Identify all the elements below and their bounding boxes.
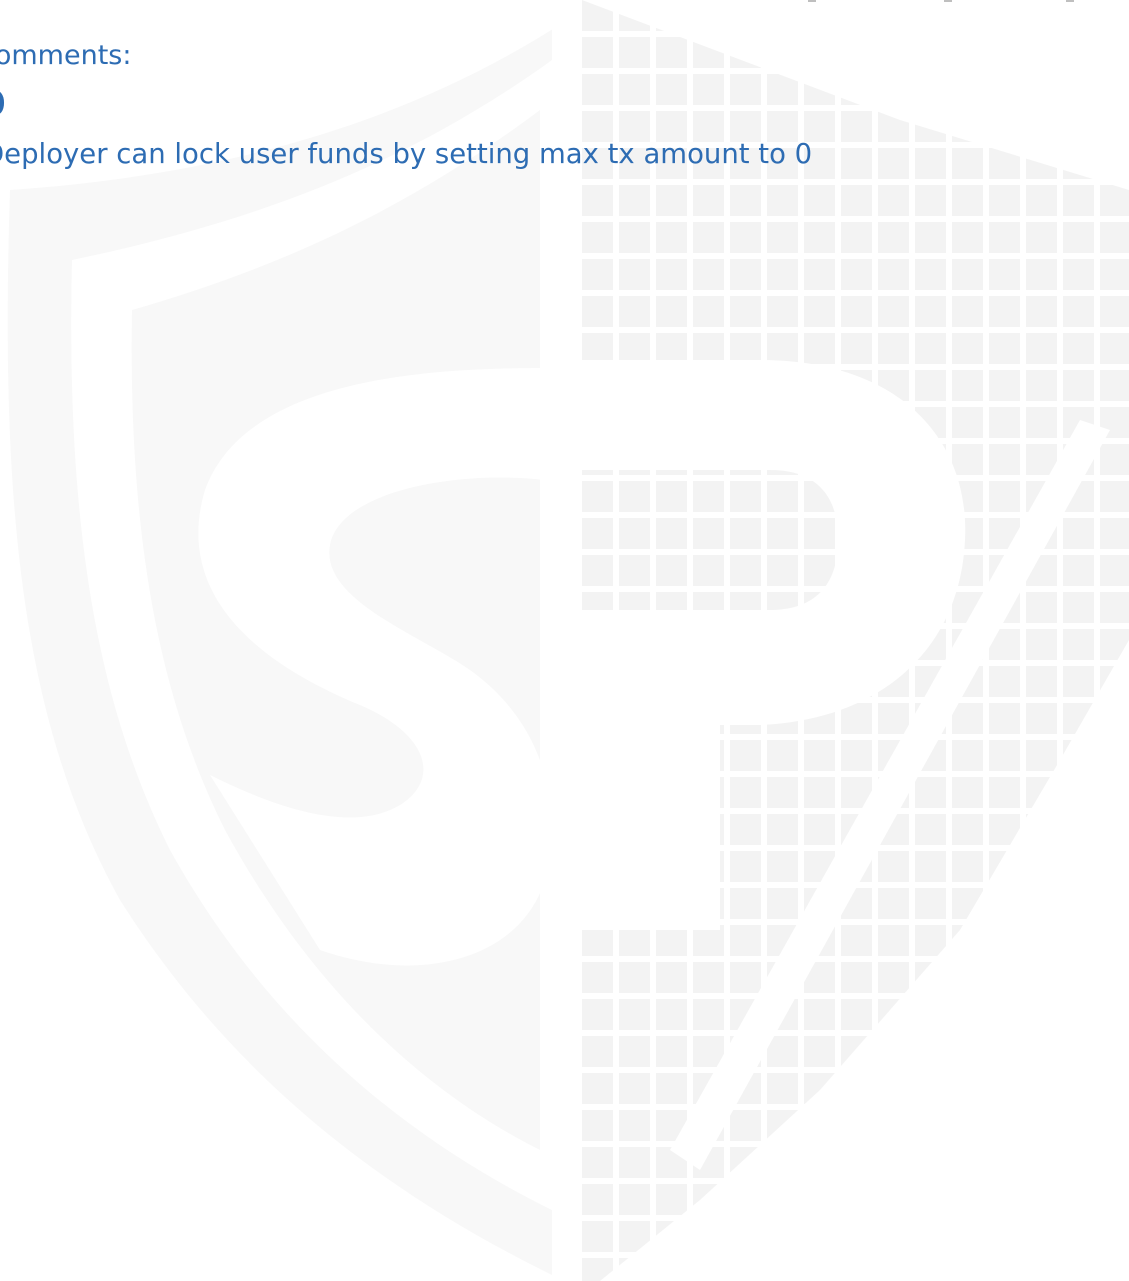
comments-label: Comments: — [0, 40, 132, 71]
top-edge-mark — [1066, 0, 1074, 2]
top-edge-mark — [944, 0, 952, 2]
shield-logo-watermark-icon — [7, 0, 1129, 1281]
comment-line: Deployer can lock user funds by setting … — [0, 138, 813, 170]
document-page: Comments: 0 Deployer can lock user funds… — [0, 0, 1129, 1281]
comments-count: 0 — [0, 84, 6, 124]
top-edge-mark — [808, 0, 816, 2]
